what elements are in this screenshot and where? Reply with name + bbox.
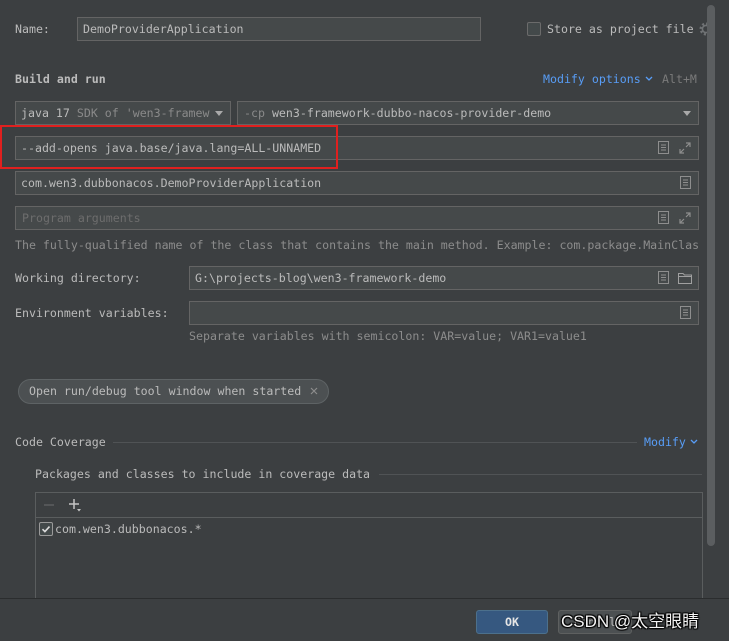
main-class-input[interactable]: com.wen3.dubbonacos.DemoProviderApplicat… bbox=[15, 171, 699, 195]
folder-icon[interactable] bbox=[678, 272, 692, 284]
jre-dropdown[interactable]: java 17 SDK of 'wen3-framew bbox=[15, 101, 231, 125]
coverage-pattern-list: com.wen3.dubbonacos.* bbox=[36, 518, 702, 538]
modify-options-link[interactable]: Modify options bbox=[543, 71, 641, 87]
highlight-box bbox=[0, 125, 338, 169]
code-coverage-heading: Code Coverage bbox=[15, 435, 106, 449]
run-configuration-dialog: Name: DemoProviderApplication Store as p… bbox=[0, 0, 729, 641]
classpath-flag: -cp bbox=[244, 106, 265, 120]
edit-text-icon[interactable] bbox=[658, 211, 669, 224]
working-directory-label: Working directory: bbox=[15, 271, 141, 285]
coverage-packages-separator bbox=[379, 474, 702, 475]
dropdown-arrow-icon[interactable] bbox=[215, 111, 223, 116]
edit-text-icon[interactable] bbox=[680, 306, 691, 319]
close-icon[interactable] bbox=[310, 387, 318, 395]
coverage-packages-label: Packages and classes to include in cover… bbox=[35, 467, 371, 481]
environment-variables-label: Environment variables: bbox=[15, 306, 169, 320]
program-arguments-input[interactable]: Program arguments bbox=[15, 206, 699, 230]
checkmark-icon bbox=[41, 526, 51, 533]
classpath-module-dropdown[interactable]: -cp wen3-framework-dubbo-nacos-provider-d… bbox=[237, 101, 699, 125]
main-class-value: com.wen3.dubbonacos.DemoProviderApplicat… bbox=[21, 176, 322, 190]
expand-icon[interactable] bbox=[679, 142, 691, 154]
jre-detail: SDK of 'wen3-framew bbox=[76, 106, 210, 120]
main-class-hint: The fully-qualified name of the class th… bbox=[15, 238, 700, 252]
store-as-project-file-label[interactable]: Store as project file bbox=[547, 21, 694, 37]
open-tool-window-chip-label: Open run/debug tool window when started bbox=[29, 384, 302, 398]
chevron-down-icon[interactable] bbox=[690, 439, 698, 445]
modify-options-shortcut: Alt+M bbox=[662, 72, 697, 86]
coverage-toolbar bbox=[36, 493, 702, 517]
code-coverage-separator bbox=[113, 442, 637, 443]
coverage-pattern-label: com.wen3.dubbonacos.* bbox=[55, 522, 202, 536]
edit-text-icon[interactable] bbox=[680, 176, 691, 189]
dropdown-arrow-icon[interactable] bbox=[683, 111, 691, 116]
vertical-scrollbar[interactable] bbox=[707, 5, 715, 546]
minus-icon[interactable] bbox=[43, 499, 55, 511]
name-label: Name: bbox=[15, 22, 50, 36]
edit-text-icon[interactable] bbox=[658, 271, 669, 284]
classpath-module: wen3-framework-dubbo-nacos-provider-demo bbox=[271, 106, 552, 120]
coverage-pattern-checkbox[interactable] bbox=[39, 522, 53, 536]
edit-text-icon[interactable] bbox=[658, 141, 669, 154]
expand-icon[interactable] bbox=[679, 212, 691, 224]
working-directory-value: G:\projects-blog\wen3-framework-demo bbox=[195, 271, 447, 285]
store-as-project-file-checkbox[interactable] bbox=[527, 22, 541, 36]
list-item[interactable]: com.wen3.dubbonacos.* bbox=[36, 521, 436, 537]
chevron-down-icon[interactable] bbox=[645, 76, 653, 82]
plus-icon[interactable] bbox=[68, 498, 82, 512]
code-coverage-modify-link[interactable]: Modify bbox=[644, 434, 686, 450]
environment-variables-input[interactable] bbox=[189, 301, 699, 325]
name-input[interactable]: DemoProviderApplication bbox=[77, 17, 481, 41]
environment-variables-hint: Separate variables with semicolon: VAR=v… bbox=[189, 329, 587, 343]
open-tool-window-chip[interactable]: Open run/debug tool window when started bbox=[18, 379, 329, 404]
working-directory-input[interactable]: G:\projects-blog\wen3-framework-demo bbox=[189, 266, 699, 290]
watermark: CSDN @太空眼睛 bbox=[561, 612, 700, 631]
ok-button[interactable]: OK bbox=[476, 610, 548, 634]
program-arguments-placeholder: Program arguments bbox=[22, 211, 141, 225]
name-input-value: DemoProviderApplication bbox=[83, 22, 244, 36]
jre-version: java 17 bbox=[21, 106, 70, 120]
build-and-run-heading: Build and run bbox=[15, 72, 106, 86]
